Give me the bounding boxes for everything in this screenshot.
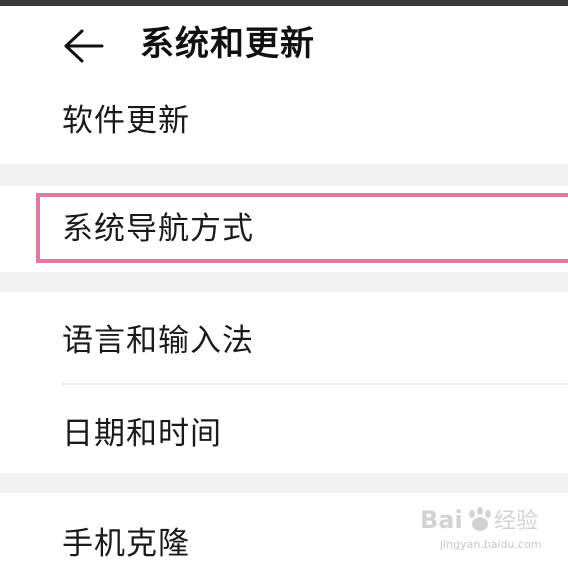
section-gap [0,473,568,493]
page-title: 系统和更新 [140,24,315,64]
section-gap [0,164,568,186]
system-navigation-label: 系统导航方式 [62,211,254,247]
section-gap [0,272,568,292]
phone-clone-label: 手机克隆 [62,526,190,562]
system-navigation-item[interactable]: 系统导航方式 [0,186,568,272]
software-update-label: 软件更新 [62,103,190,139]
page-header: 系统和更新 [0,6,568,84]
date-time-label: 日期和时间 [62,416,222,452]
watermark-url: jingyan.baidu.com [440,538,542,551]
baidu-logo-icon: Bai 经验 [420,506,538,534]
baidu-watermark: Bai 经验 jingyan.baidu.com [420,500,560,556]
software-update-item[interactable]: 软件更新 [0,84,568,164]
language-input-item[interactable]: 语言和输入法 [0,292,568,384]
svg-text:经验: 经验 [494,509,538,534]
date-time-item[interactable]: 日期和时间 [0,385,568,473]
language-input-label: 语言和输入法 [62,323,254,359]
arrow-left-icon[interactable] [62,28,106,64]
svg-text:Bai: Bai [420,506,463,534]
